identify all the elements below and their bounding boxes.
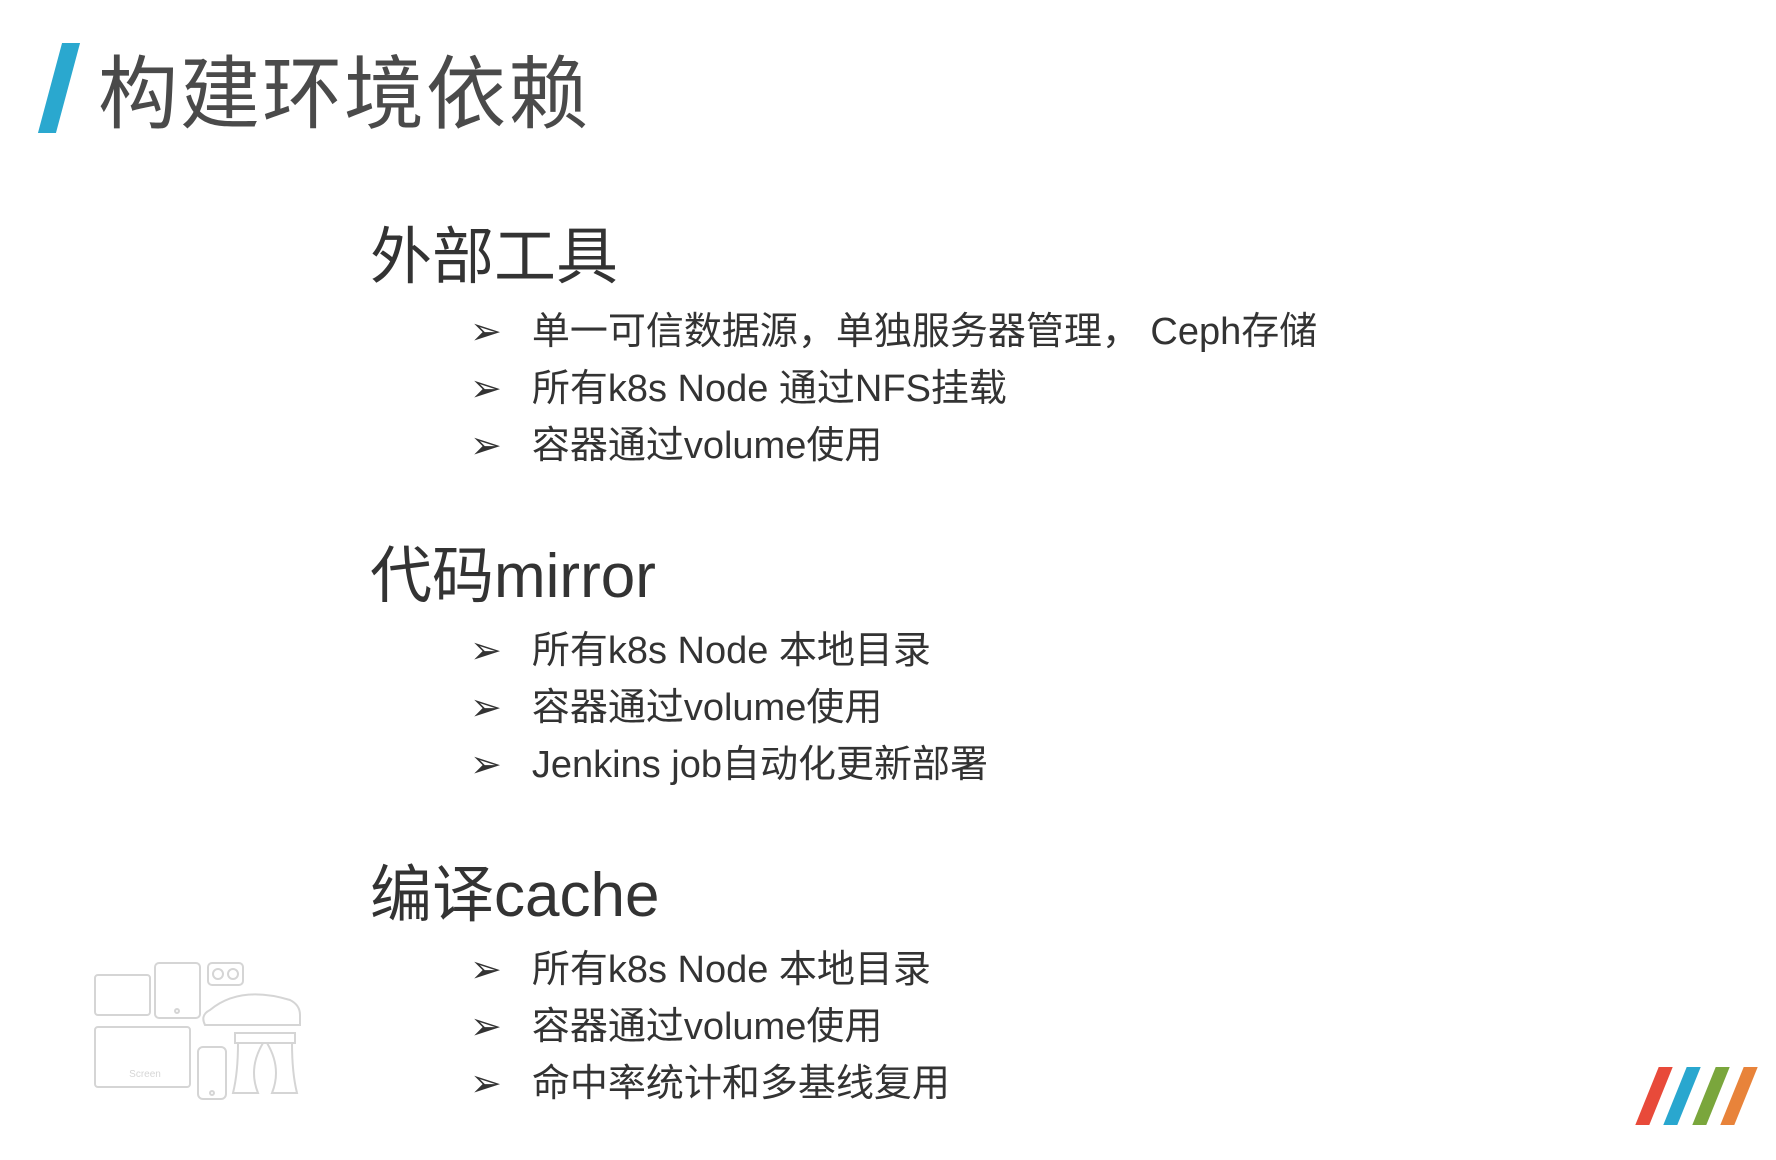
bullet-icon: ➢ bbox=[470, 942, 502, 999]
list-item: ➢ 容器通过volume使用 bbox=[470, 999, 1726, 1056]
list-item: ➢ 容器通过volume使用 bbox=[470, 418, 1726, 475]
bullet-icon: ➢ bbox=[470, 418, 502, 475]
slide-title: 构建环境依赖 bbox=[98, 30, 590, 146]
bullet-icon: ➢ bbox=[470, 999, 502, 1056]
bullet-text: 所有k8s Node 本地目录 bbox=[532, 942, 931, 999]
bullet-text: 容器通过volume使用 bbox=[532, 680, 883, 737]
section-compile-cache: 编译cache ➢ 所有k8s Node 本地目录 ➢ 容器通过volume使用… bbox=[370, 844, 1726, 1113]
bullet-text: 容器通过volume使用 bbox=[532, 999, 883, 1056]
bullet-text: 命中率统计和多基线复用 bbox=[532, 1056, 950, 1113]
bullet-text: 容器通过volume使用 bbox=[532, 418, 883, 475]
bullet-icon: ➢ bbox=[470, 623, 502, 680]
corner-logo bbox=[1637, 1067, 1746, 1130]
content-area: 外部工具 ➢ 单一可信数据源，单独服务器管理， Ceph存储 ➢ 所有k8s N… bbox=[370, 206, 1726, 1113]
bullet-icon: ➢ bbox=[470, 680, 502, 737]
list-item: ➢ 所有k8s Node 本地目录 bbox=[470, 623, 1726, 680]
list-item: ➢ 所有k8s Node 本地目录 bbox=[470, 942, 1726, 999]
list-item: ➢ Jenkins job自动化更新部署 bbox=[470, 737, 1726, 794]
list-item: ➢ 命中率统计和多基线复用 bbox=[470, 1056, 1726, 1113]
svg-text:Screen: Screen bbox=[129, 1069, 161, 1080]
bullet-text: 所有k8s Node 通过NFS挂载 bbox=[532, 361, 1007, 418]
bullet-list: ➢ 单一可信数据源，单独服务器管理， Ceph存储 ➢ 所有k8s Node 通… bbox=[470, 304, 1726, 475]
section-heading: 代码mirror bbox=[370, 525, 1726, 615]
device-decoration-icon: Screen bbox=[90, 955, 310, 1110]
slide: 构建环境依赖 外部工具 ➢ 单一可信数据源，单独服务器管理， Ceph存储 ➢ … bbox=[0, 0, 1776, 1160]
bullet-text: 单一可信数据源，单独服务器管理， Ceph存储 bbox=[532, 304, 1317, 361]
section-code-mirror: 代码mirror ➢ 所有k8s Node 本地目录 ➢ 容器通过volume使… bbox=[370, 525, 1726, 794]
bullet-icon: ➢ bbox=[470, 361, 502, 418]
title-row: 构建环境依赖 bbox=[50, 30, 1726, 146]
title-accent-bar bbox=[38, 43, 80, 133]
list-item: ➢ 单一可信数据源，单独服务器管理， Ceph存储 bbox=[470, 304, 1726, 361]
bullet-list: ➢ 所有k8s Node 本地目录 ➢ 容器通过volume使用 ➢ Jenki… bbox=[470, 623, 1726, 794]
bullet-icon: ➢ bbox=[470, 1056, 502, 1113]
section-external-tools: 外部工具 ➢ 单一可信数据源，单独服务器管理， Ceph存储 ➢ 所有k8s N… bbox=[370, 206, 1726, 475]
bullet-list: ➢ 所有k8s Node 本地目录 ➢ 容器通过volume使用 ➢ 命中率统计… bbox=[470, 942, 1726, 1113]
section-heading: 编译cache bbox=[370, 844, 1726, 934]
list-item: ➢ 容器通过volume使用 bbox=[470, 680, 1726, 737]
bullet-text: Jenkins job自动化更新部署 bbox=[532, 737, 988, 794]
bullet-text: 所有k8s Node 本地目录 bbox=[532, 623, 931, 680]
bullet-icon: ➢ bbox=[470, 304, 502, 361]
bullet-icon: ➢ bbox=[470, 737, 502, 794]
section-heading: 外部工具 bbox=[370, 206, 1726, 296]
list-item: ➢ 所有k8s Node 通过NFS挂载 bbox=[470, 361, 1726, 418]
